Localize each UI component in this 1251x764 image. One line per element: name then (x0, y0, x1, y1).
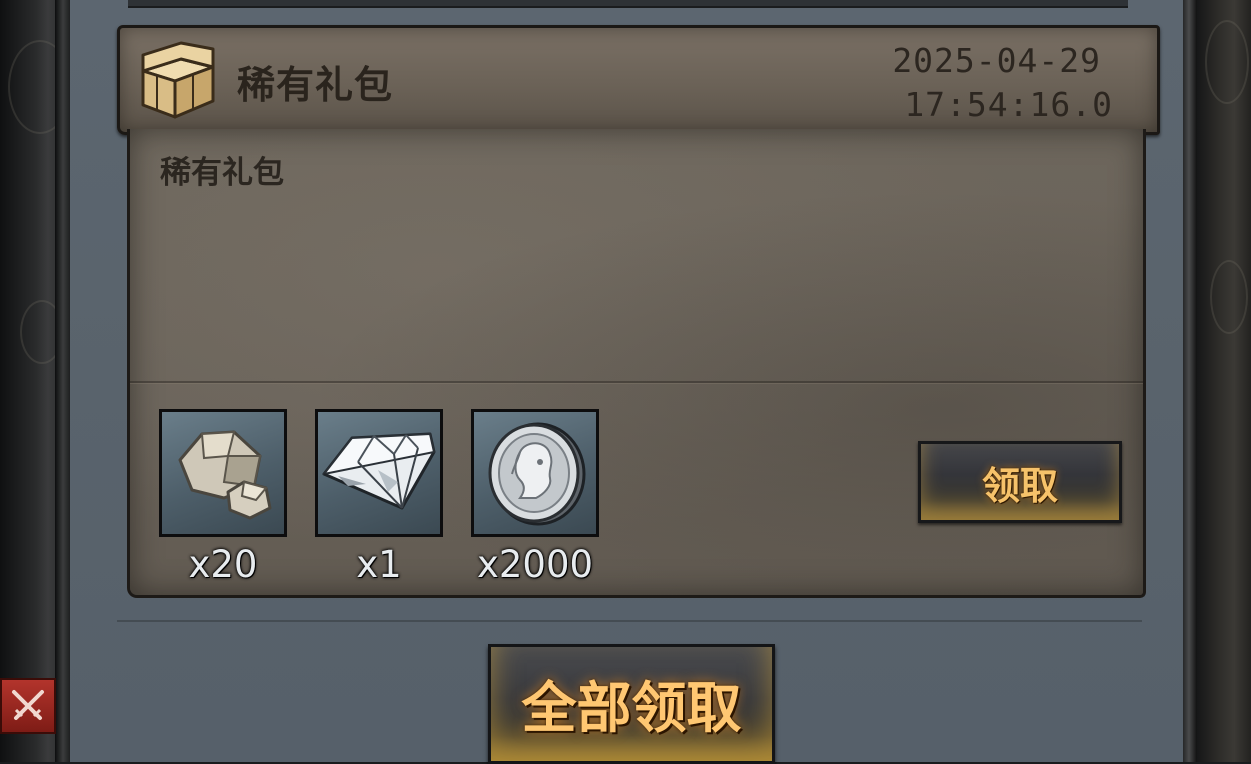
mail-title: 稀有礼包 (237, 63, 394, 107)
stone-ore-icon (178, 430, 272, 520)
reward-quantity: x2000 (476, 543, 594, 586)
previous-mail-edge (128, 0, 1128, 8)
panel-frame-left (55, 0, 71, 762)
treasure-chest-icon (137, 41, 217, 121)
background-ornament (1205, 20, 1249, 104)
divider (130, 381, 1143, 383)
reward-slot[interactable] (315, 409, 443, 537)
reward-slot[interactable] (159, 409, 287, 537)
mail-date: 2025-04-29 (892, 41, 1101, 80)
reward-quantity: x1 (356, 543, 402, 586)
mail-header: 稀有礼包 2025-04-29 17:54:16.0 (117, 25, 1160, 135)
panel-frame-right (1181, 0, 1197, 762)
mail-time: 17:54:16.0 (904, 85, 1113, 124)
background-right (1195, 0, 1251, 762)
divider (117, 620, 1142, 622)
mail-card: 稀有礼包 2025-04-29 17:54:16.0 稀有礼包 x20 x1 x… (117, 25, 1160, 598)
silver-coin-icon (488, 422, 586, 526)
claim-button[interactable]: 领取 (918, 441, 1122, 523)
reward-item[interactable]: x2000 (471, 409, 599, 586)
background-ornament (1210, 260, 1248, 334)
mail-body: 稀有礼包 x20 x1 x2000 领取 (127, 129, 1146, 598)
reward-quantity: x20 (188, 543, 258, 586)
claim-all-button[interactable]: 全部领取 (488, 644, 775, 764)
reward-slot[interactable] (471, 409, 599, 537)
crossed-swords-icon (12, 690, 44, 720)
reward-item[interactable]: x1 (315, 409, 443, 586)
diamond-icon (322, 432, 436, 510)
side-battle-button[interactable] (0, 678, 56, 734)
mail-body-text: 稀有礼包 (160, 155, 284, 191)
reward-item[interactable]: x20 (159, 409, 287, 586)
